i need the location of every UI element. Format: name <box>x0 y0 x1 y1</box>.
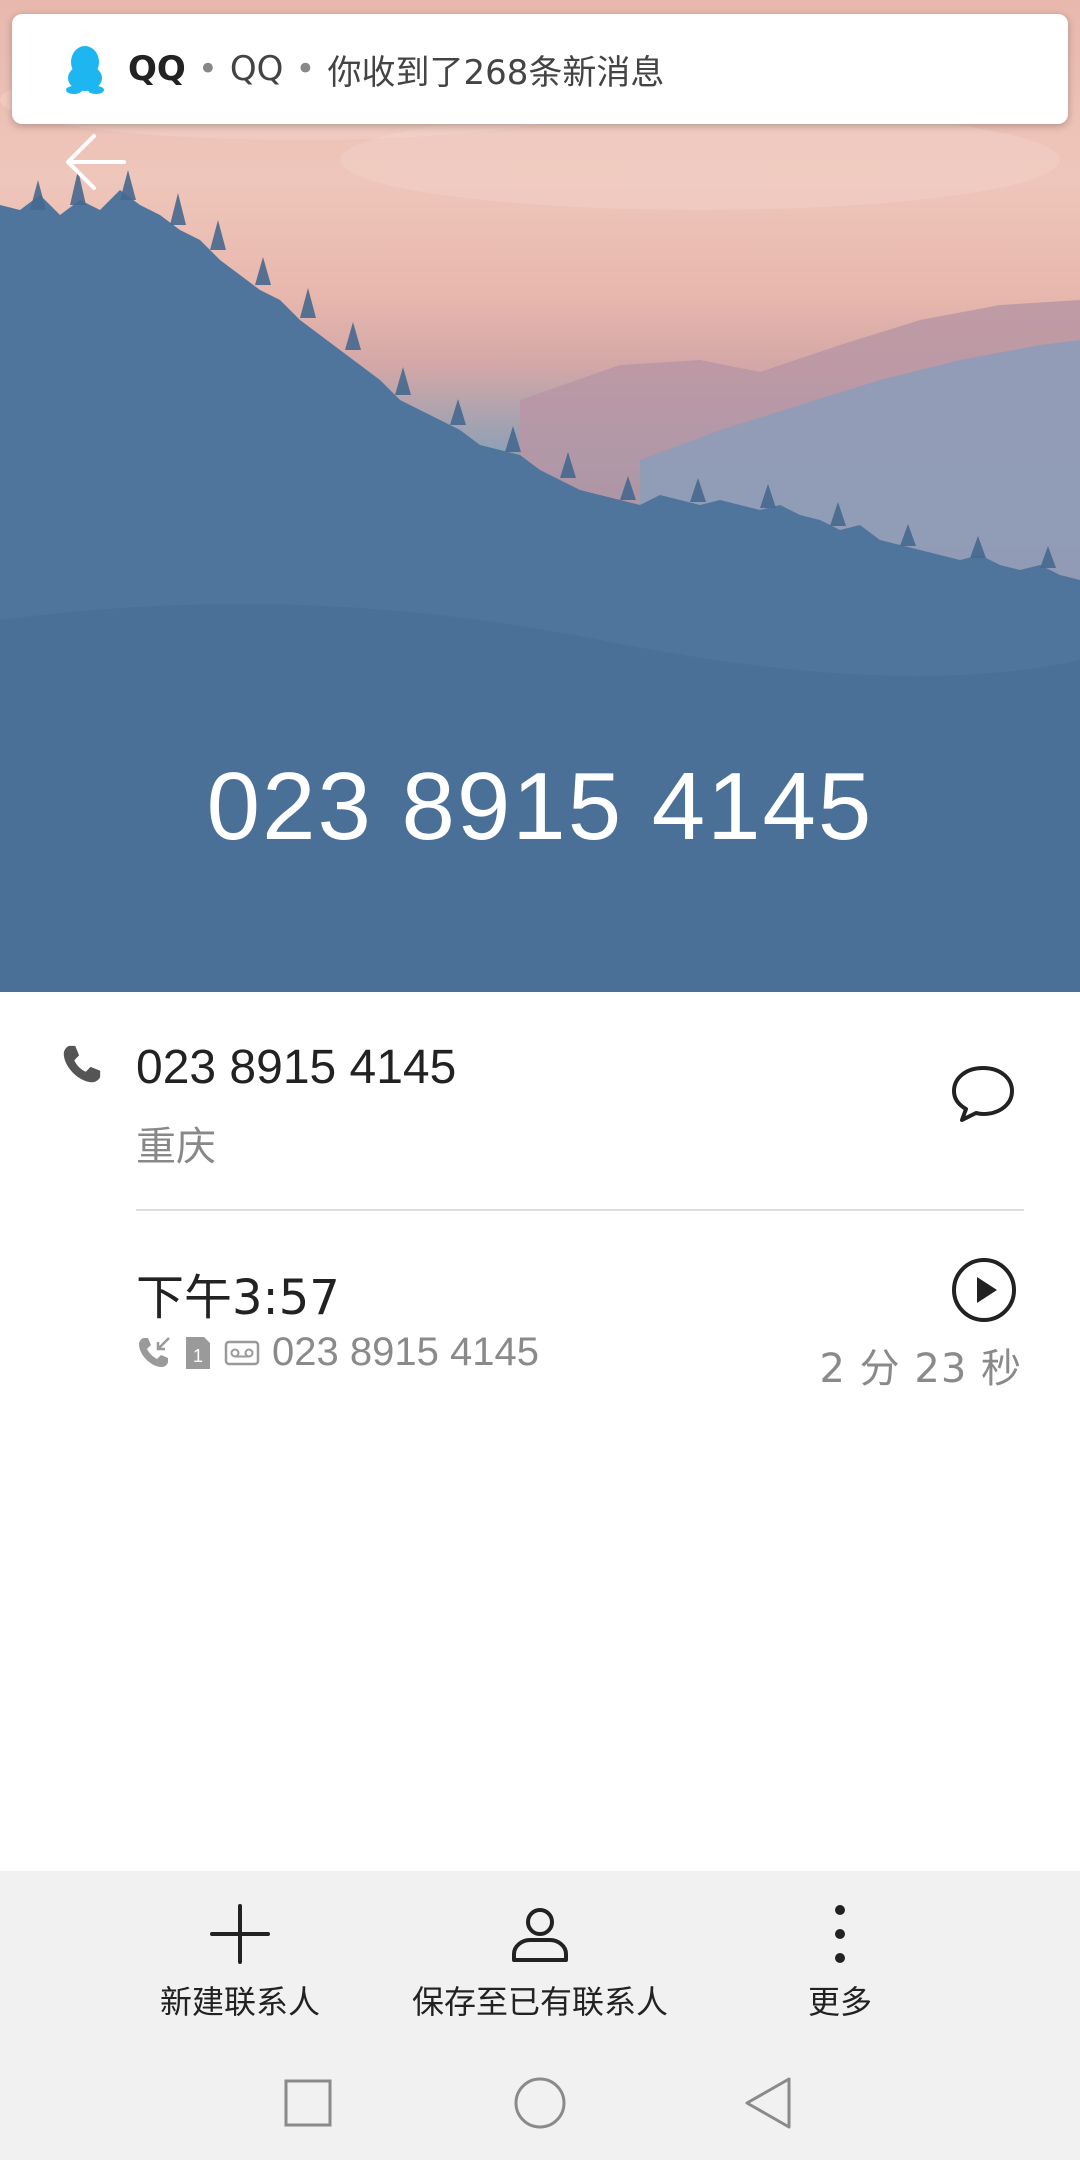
incoming-call-icon <box>136 1335 172 1371</box>
sim-number: 1 <box>193 1346 203 1366</box>
header-phone-number: 023 8915 4145 <box>206 753 874 860</box>
new-contact-button[interactable]: 新建联系人 <box>155 1871 325 2045</box>
system-navigation-bar <box>0 2045 1080 2160</box>
contact-number-row[interactable]: 023 8915 4145 重庆 <box>0 992 1080 1210</box>
notification-app-name: QQ <box>128 49 186 89</box>
back-nav-button[interactable] <box>728 2063 808 2143</box>
more-label: 更多 <box>807 1983 872 2021</box>
arrow-left-icon <box>66 134 126 190</box>
save-to-existing-contact-button[interactable]: 保存至已有联系人 <box>400 1871 680 2045</box>
call-log-number: 023 8915 4145 <box>272 1330 539 1374</box>
call-duration: 2 分 23 秒 <box>819 1346 1022 1392</box>
new-contact-label: 新建联系人 <box>159 1983 320 2021</box>
save-to-existing-label: 保存至已有联系人 <box>411 1983 668 2021</box>
qq-notification[interactable]: QQ • QQ • 你收到了268条新消息 <box>12 14 1068 124</box>
notification-separator-2: • <box>295 49 316 89</box>
bottom-toolbar: 新建联系人 保存至已有联系人 更多 <box>0 1871 1080 2045</box>
more-button[interactable]: 更多 <box>775 1871 905 2045</box>
chat-bubble-icon[interactable] <box>946 1058 1020 1132</box>
call-time: 下午3:57 <box>136 1270 340 1326</box>
sim-card-icon: 1 <box>184 1335 212 1371</box>
row-divider <box>136 1209 1024 1211</box>
triangle-back-icon <box>745 2077 791 2129</box>
header-banner: 023 8915 4145 <box>0 0 1080 992</box>
call-details-screen: 023 8915 4145 QQ • QQ • 你收到了268条新消息 023 … <box>0 0 1080 2160</box>
person-icon <box>505 1899 575 1969</box>
notification-message: 你收到了268条新消息 <box>327 52 665 93</box>
plus-icon <box>205 1899 275 1969</box>
qq-penguin-icon <box>62 42 108 96</box>
home-nav-button[interactable] <box>500 2063 580 2143</box>
notification-sender: QQ <box>229 49 284 89</box>
contact-number: 023 8915 4145 <box>136 1041 457 1094</box>
voicemail-icon <box>224 1339 260 1367</box>
contact-location: 重庆 <box>136 1124 216 1170</box>
call-log-item[interactable]: 下午3:57 1 023 8915 4145 2 分 23 秒 <box>0 1212 1080 1412</box>
more-vertical-icon <box>805 1899 875 1969</box>
circle-icon <box>514 2077 566 2129</box>
square-icon <box>284 2079 332 2127</box>
play-icon[interactable] <box>950 1256 1018 1324</box>
phone-icon <box>63 1045 101 1083</box>
recents-nav-button[interactable] <box>268 2063 348 2143</box>
notification-separator: • <box>197 49 218 89</box>
back-button[interactable] <box>56 122 136 202</box>
